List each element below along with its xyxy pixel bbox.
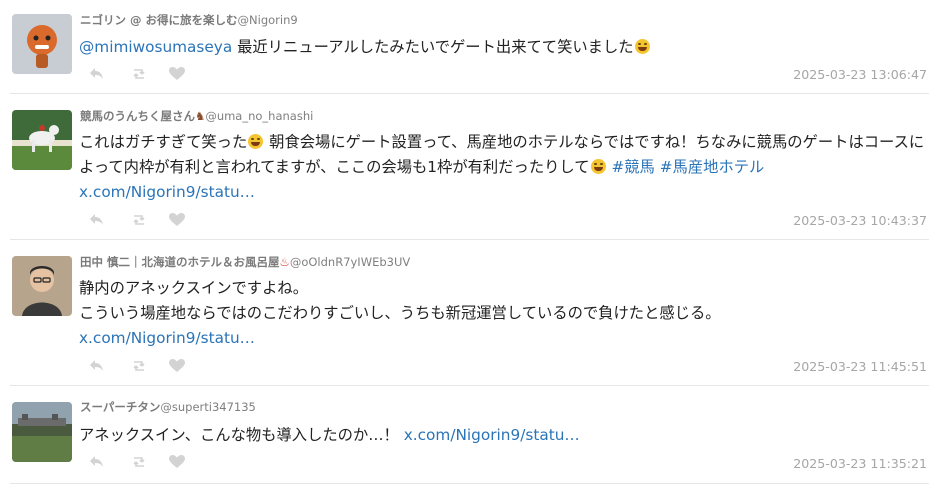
- hashtag-link[interactable]: #競馬: [611, 158, 654, 176]
- tweet-text-line: 静内のアネックスインですよね。: [79, 279, 308, 297]
- retweet-icon[interactable]: [130, 358, 148, 374]
- avatar[interactable]: [12, 256, 72, 316]
- timestamp[interactable]: 2025-03-23 13:06:47: [793, 67, 927, 82]
- retweet-icon[interactable]: [130, 454, 148, 470]
- tweet-item: 競馬のうんちく屋さん♞@uma_no_hanashi これはガチすぎて笑った 朝…: [0, 94, 935, 240]
- heart-icon[interactable]: [168, 358, 186, 374]
- tweet-text-content: これはガチすぎて笑った: [79, 133, 248, 151]
- display-name[interactable]: 田中 慎二｜北海道のホテル＆お風呂屋: [80, 255, 280, 269]
- grinning-emoji: [590, 159, 606, 174]
- reply-feed: ニゴリン @ お得に旅を楽しむ@Nigorin9 @mimiwosumaseya…: [0, 0, 935, 486]
- tweet-header: ニゴリン @ お得に旅を楽しむ@Nigorin9: [80, 13, 298, 27]
- tweet-header: 競馬のうんちく屋さん♞@uma_no_hanashi: [80, 109, 313, 123]
- reply-icon[interactable]: [88, 358, 106, 374]
- tweet-item: 田中 慎二｜北海道のホテル＆お風呂屋♨@oOldnR7yIWEb3UV 静内のア…: [0, 240, 935, 386]
- reply-icon[interactable]: [88, 66, 106, 82]
- divider: [10, 483, 929, 484]
- hot-springs-emoji: ♨: [279, 255, 290, 269]
- reply-icon[interactable]: [88, 212, 106, 228]
- rolling-laughing-emoji: [634, 39, 650, 54]
- tweet-item: ニゴリン @ お得に旅を楽しむ@Nigorin9 @mimiwosumaseya…: [0, 0, 935, 94]
- display-name[interactable]: 競馬のうんちく屋さん: [80, 109, 195, 123]
- tweet-text: これはガチすぎて笑った 朝食会場にゲート設置って、馬産地のホテルならではですね！…: [79, 130, 927, 205]
- display-name[interactable]: スーパーチタン: [80, 400, 160, 414]
- timestamp[interactable]: 2025-03-23 11:35:21: [793, 456, 927, 471]
- tweet-text-content: アネックスイン、こんな物も導入したのか…！: [79, 426, 404, 444]
- tweet-link[interactable]: x.com/Nigorin9/statu…: [79, 326, 927, 351]
- heart-icon[interactable]: [168, 454, 186, 470]
- heart-icon[interactable]: [168, 212, 186, 228]
- hashtag-link[interactable]: #馬産地ホテル: [660, 158, 765, 176]
- reply-icon[interactable]: [88, 454, 106, 470]
- tweet-text: アネックスイン、こんな物も導入したのか…！ x.com/Nigorin9/sta…: [79, 423, 927, 448]
- user-handle[interactable]: @uma_no_hanashi: [205, 109, 313, 123]
- timestamp[interactable]: 2025-03-23 10:43:37: [793, 213, 927, 228]
- rolling-laughing-emoji: [248, 134, 264, 149]
- retweet-icon[interactable]: [130, 212, 148, 228]
- mention-link[interactable]: @mimiwosumaseya: [79, 38, 232, 56]
- tweet-text-content: 最近リニューアルしたみたいでゲート出来てて笑いました: [232, 38, 634, 56]
- retweet-icon[interactable]: [130, 66, 148, 82]
- avatar[interactable]: [12, 402, 72, 462]
- avatar[interactable]: [12, 110, 72, 170]
- timestamp[interactable]: 2025-03-23 11:45:51: [793, 359, 927, 374]
- tweet-header: スーパーチタン@superti347135: [80, 400, 256, 414]
- tweet-link[interactable]: x.com/Nigorin9/statu…: [79, 183, 255, 201]
- tweet-header: 田中 慎二｜北海道のホテル＆お風呂屋♨@oOldnR7yIWEb3UV: [80, 255, 410, 269]
- tweet-item: スーパーチタン@superti347135 アネックスイン、こんな物も導入したの…: [0, 386, 935, 486]
- horse-emoji: ♞: [195, 109, 206, 123]
- tweet-text: @mimiwosumaseya 最近リニューアルしたみたいでゲート出来てて笑いま…: [79, 35, 927, 60]
- user-handle[interactable]: @Nigorin9: [238, 13, 298, 27]
- user-handle[interactable]: @superti347135: [160, 400, 256, 414]
- tweet-text-line: こういう場産地ならではのこだわりすごいし、うちも新冠運営しているので負けたと感じ…: [79, 304, 721, 322]
- tweet-link[interactable]: x.com/Nigorin9/statu…: [404, 426, 580, 444]
- heart-icon[interactable]: [168, 66, 186, 82]
- avatar[interactable]: [12, 14, 72, 74]
- user-handle[interactable]: @oOldnR7yIWEb3UV: [290, 255, 410, 269]
- display-name[interactable]: ニゴリン @ お得に旅を楽しむ: [80, 13, 238, 27]
- tweet-text: 静内のアネックスインですよね。 こういう場産地ならではのこだわりすごいし、うちも…: [79, 276, 927, 351]
